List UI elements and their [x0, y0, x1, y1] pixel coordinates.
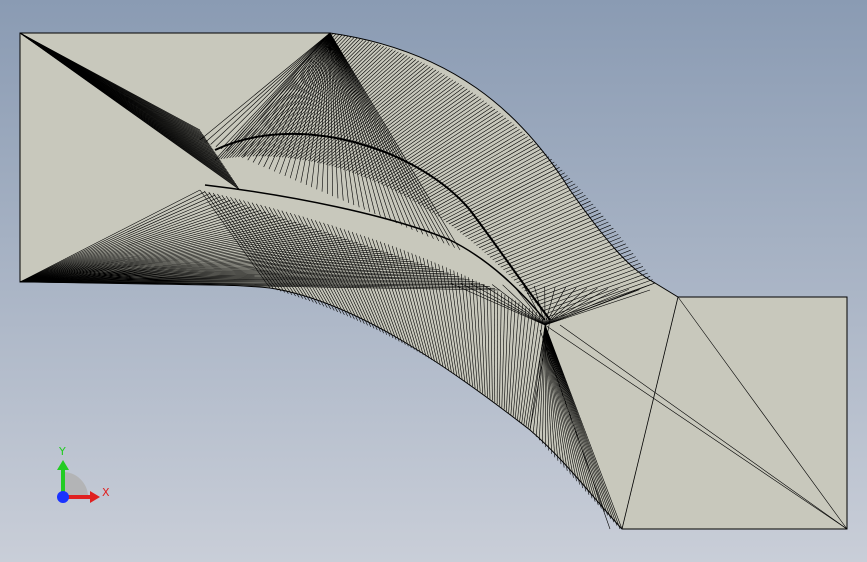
x-axis-label: X — [102, 486, 110, 499]
z-axis-dot — [57, 491, 69, 503]
y-axis-label: Y — [58, 445, 66, 458]
cad-graphics-viewport[interactable]: Y X — [0, 0, 867, 562]
viewport-canvas[interactable]: Y X — [0, 0, 867, 562]
